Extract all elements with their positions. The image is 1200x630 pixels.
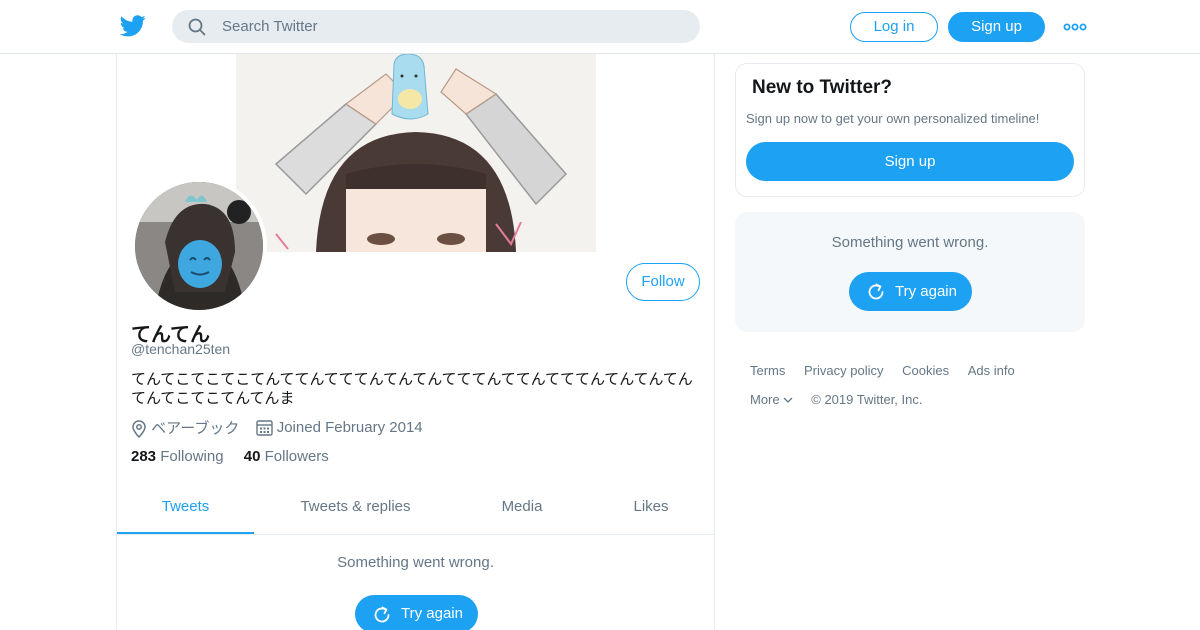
following-stat[interactable]: 283 Following bbox=[131, 448, 224, 465]
footer-more-label: More bbox=[750, 392, 780, 407]
location-item: ベアーブック bbox=[131, 417, 240, 439]
sidebar-signup-button[interactable]: Sign up bbox=[746, 142, 1074, 181]
try-again-label: Try again bbox=[895, 283, 957, 300]
profile-stats: 283 Following 40 Followers bbox=[131, 448, 345, 465]
try-again-label: Try again bbox=[401, 605, 463, 622]
search-icon bbox=[188, 18, 206, 36]
banner-illustration bbox=[236, 54, 596, 252]
avatar-photo bbox=[135, 182, 263, 310]
new-to-twitter-card: New to Twitter? Sign up now to get your … bbox=[735, 63, 1085, 197]
search-input[interactable] bbox=[222, 10, 682, 43]
footer-copyright: © 2019 Twitter, Inc. bbox=[811, 392, 923, 407]
tab-media[interactable]: Media bbox=[467, 486, 577, 534]
chevron-down-icon bbox=[783, 397, 793, 403]
tab-tweets-replies[interactable]: Tweets & replies bbox=[287, 486, 424, 534]
top-navigation-bar: Log in Sign up bbox=[0, 0, 1200, 54]
profile-bio: てんてこてこてこてんててんてててんてんてんてててんててんてててんてんてんてんてん… bbox=[131, 370, 693, 407]
refresh-icon bbox=[374, 606, 390, 623]
sidebar-error-message: Something went wrong. bbox=[831, 234, 989, 251]
footer-links: Terms Privacy policy Cookies Ads info Mo… bbox=[750, 363, 1080, 421]
profile-tabs: Tweets Tweets & replies Media Likes bbox=[117, 486, 714, 535]
followers-stat[interactable]: 40 Followers bbox=[244, 448, 329, 465]
tab-tweets[interactable]: Tweets bbox=[117, 486, 254, 534]
profile-meta: ベアーブック Joined February 2014 bbox=[131, 417, 435, 439]
profile-avatar[interactable] bbox=[131, 178, 267, 314]
profile-column: Follow てんてん @tenchan25ten てんてこてこてこてんててんて… bbox=[116, 54, 715, 630]
profile-location: ベアーブック bbox=[151, 420, 240, 437]
timeline-try-again-button[interactable]: Try again bbox=[355, 595, 478, 630]
refresh-icon bbox=[868, 283, 884, 300]
sidebar-try-again-button[interactable]: Try again bbox=[849, 272, 972, 311]
sidebar-error-card: Something went wrong. Try again bbox=[735, 212, 1085, 332]
login-button[interactable]: Log in bbox=[850, 12, 938, 42]
location-pin-icon bbox=[132, 420, 146, 439]
new-to-twitter-subtitle: Sign up now to get your own personalized… bbox=[746, 111, 1040, 126]
follow-button[interactable]: Follow bbox=[626, 263, 700, 301]
footer-link-privacy[interactable]: Privacy policy bbox=[804, 363, 883, 379]
footer-link-terms[interactable]: Terms bbox=[750, 363, 785, 379]
followers-label: Followers bbox=[264, 448, 329, 465]
profile-handle[interactable]: @tenchan25ten bbox=[131, 341, 230, 357]
signup-button[interactable]: Sign up bbox=[948, 12, 1045, 42]
footer-more-menu[interactable]: More bbox=[750, 392, 793, 408]
twitter-bird-icon[interactable] bbox=[120, 14, 146, 38]
profile-joined: Joined February 2014 bbox=[276, 418, 423, 436]
following-label: Following bbox=[160, 448, 224, 465]
footer-link-ads-info[interactable]: Ads info bbox=[968, 363, 1015, 379]
joined-item: Joined February 2014 bbox=[255, 418, 423, 437]
timeline-error-message: Something went wrong. bbox=[337, 554, 494, 571]
profile-banner-image[interactable] bbox=[236, 54, 596, 252]
more-dots-icon[interactable] bbox=[1063, 18, 1087, 36]
following-count: 283 bbox=[131, 448, 157, 465]
tab-likes[interactable]: Likes bbox=[607, 486, 695, 534]
search-bar[interactable] bbox=[172, 10, 700, 43]
new-to-twitter-title: New to Twitter? bbox=[752, 77, 893, 98]
followers-count: 40 bbox=[243, 448, 261, 465]
footer-link-cookies[interactable]: Cookies bbox=[902, 363, 949, 379]
calendar-icon bbox=[255, 420, 273, 436]
